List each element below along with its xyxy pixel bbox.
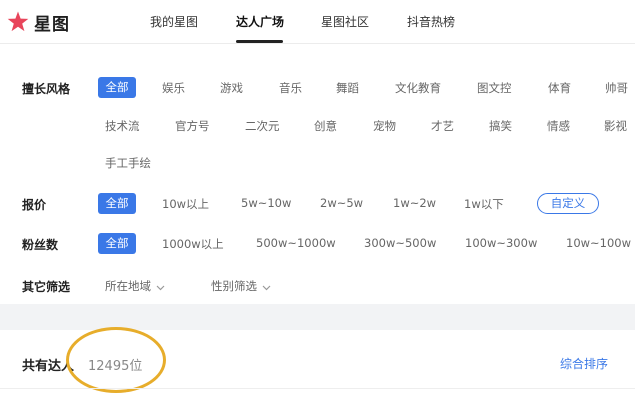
style-option[interactable]: 手工手绘	[105, 155, 151, 171]
nav-tab-douyin-hot[interactable]: 抖音热榜	[407, 13, 455, 30]
chevron-down-icon	[156, 280, 165, 294]
style-option[interactable]: 游戏	[220, 80, 243, 96]
filter-label-style: 擅长风格	[22, 82, 71, 96]
highlight-circle-annotation	[66, 327, 166, 393]
fans-option[interactable]: 300w~500w	[364, 236, 436, 250]
gender-dropdown-label: 性别筛选	[211, 279, 257, 293]
region-dropdown[interactable]: 所在地域	[105, 278, 165, 294]
price-option[interactable]: 1w以下	[464, 196, 504, 212]
style-option[interactable]: 音乐	[279, 80, 302, 96]
region-dropdown-label: 所在地域	[105, 279, 151, 293]
price-option[interactable]: 10w以上	[162, 196, 209, 212]
gender-dropdown[interactable]: 性别筛选	[211, 278, 271, 294]
style-option-all[interactable]: 全部	[98, 77, 136, 98]
nav-tab-talent-plaza[interactable]: 达人广场	[236, 13, 284, 30]
section-divider	[0, 304, 635, 330]
top-navigation-bar: 星图 我的星图 达人广场 星图社区 抖音热榜	[0, 0, 635, 44]
price-option[interactable]: 2w~5w	[320, 196, 363, 210]
logo[interactable]: 星图	[6, 9, 70, 35]
style-option[interactable]: 文化教育	[395, 80, 441, 96]
results-divider	[0, 388, 635, 389]
filter-label-other: 其它筛选	[22, 280, 71, 294]
fans-option[interactable]: 500w~1000w	[256, 236, 336, 250]
price-option[interactable]: 5w~10w	[241, 196, 291, 210]
fans-option[interactable]: 1000w以上	[162, 236, 224, 252]
filter-label-fans: 粉丝数	[22, 238, 59, 252]
style-option[interactable]: 情感	[547, 118, 570, 134]
style-option[interactable]: 影视	[604, 118, 627, 134]
style-option[interactable]: 官方号	[175, 118, 210, 134]
style-option[interactable]: 宠物	[373, 118, 396, 134]
style-option[interactable]: 二次元	[245, 118, 280, 134]
active-tab-indicator	[236, 40, 283, 43]
style-option[interactable]: 舞蹈	[336, 80, 359, 96]
style-option[interactable]: 体育	[548, 80, 571, 96]
style-option[interactable]: 搞笑	[489, 118, 512, 134]
style-option[interactable]: 创意	[314, 118, 337, 134]
style-option[interactable]: 帅哥	[605, 80, 628, 96]
filter-label-price: 报价	[22, 198, 47, 212]
fans-option-all[interactable]: 全部	[98, 233, 136, 254]
sort-comprehensive-button[interactable]: 综合排序	[560, 355, 608, 372]
chevron-down-icon	[262, 280, 271, 294]
price-custom-button[interactable]: 自定义	[537, 193, 599, 214]
logo-text: 星图	[34, 14, 70, 35]
style-option[interactable]: 图文控	[477, 80, 512, 96]
style-option[interactable]: 娱乐	[162, 80, 185, 96]
fans-option[interactable]: 10w~100w	[566, 236, 631, 250]
price-option-all[interactable]: 全部	[98, 193, 136, 214]
nav-tab-my-xingtu[interactable]: 我的星图	[150, 13, 198, 30]
style-option[interactable]: 技术流	[105, 118, 140, 134]
price-option[interactable]: 1w~2w	[393, 196, 436, 210]
nav-tab-community[interactable]: 星图社区	[321, 13, 369, 30]
star-logo-icon	[6, 10, 30, 34]
style-option[interactable]: 才艺	[431, 118, 454, 134]
fans-option[interactable]: 100w~300w	[465, 236, 537, 250]
